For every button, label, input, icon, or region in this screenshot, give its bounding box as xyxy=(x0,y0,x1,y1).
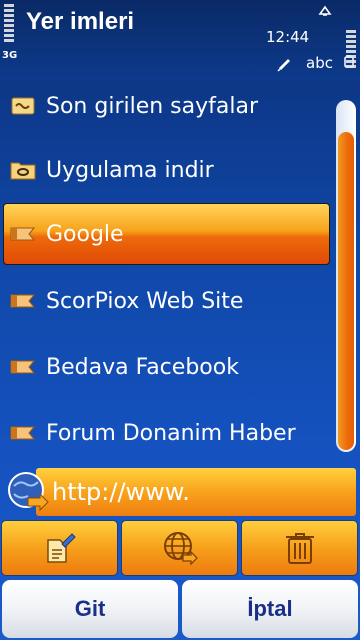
trash-icon xyxy=(285,533,314,564)
bookmark-tag-icon xyxy=(10,423,36,443)
list-item[interactable]: Uygulama indir xyxy=(4,138,330,202)
list-item[interactable]: ScorPiox Web Site xyxy=(4,269,330,333)
url-input[interactable]: http://www. xyxy=(52,478,190,506)
edit-bookmark-icon xyxy=(46,533,76,563)
status-bar: 3G Yer imleri 12:44 abc xyxy=(0,0,360,80)
bookmark-tag-icon xyxy=(10,224,36,244)
bookmarks-screen: 3G Yer imleri 12:44 abc Son girilen sayf… xyxy=(0,0,360,640)
bookmark-label: Uygulama indir xyxy=(46,157,214,183)
network-type: 3G xyxy=(2,50,18,61)
bookmark-tag-icon xyxy=(10,357,36,377)
scrollbar-thumb[interactable] xyxy=(338,132,354,450)
folder-icon xyxy=(10,160,36,180)
bookmark-label: Son girilen sayfalar xyxy=(46,93,259,119)
bookmark-label: Bedava Facebook xyxy=(46,354,239,380)
recent-pages-icon xyxy=(10,96,36,116)
bookmark-label: ScorPiox Web Site xyxy=(46,288,244,314)
list-item[interactable]: Bedava Facebook xyxy=(4,335,330,399)
delete-button[interactable] xyxy=(241,520,358,576)
bookmark-list[interactable]: Son girilen sayfalar Uygulama indir Goog… xyxy=(0,80,332,462)
pen-input-icon xyxy=(277,59,290,72)
clock: 12:44 xyxy=(266,28,310,46)
signal-strength-icon xyxy=(4,4,14,46)
list-item[interactable]: Son girilen sayfalar xyxy=(4,80,330,138)
page-title: Yer imleri xyxy=(26,8,135,35)
bookmark-tag-icon xyxy=(10,291,36,311)
globe-navigate-icon xyxy=(163,532,198,566)
input-mode-indicator: abc xyxy=(306,54,333,72)
bookmark-label: Google xyxy=(46,221,124,247)
edit-bookmark-button[interactable] xyxy=(1,520,118,576)
alarm-icon xyxy=(318,5,332,16)
navigate-button[interactable] xyxy=(121,520,238,576)
go-softkey[interactable]: Git xyxy=(2,580,178,638)
bookmark-label: Forum Donanim Haber xyxy=(46,420,296,446)
list-item-selected[interactable]: Google xyxy=(3,203,330,265)
list-item[interactable]: Forum Donanim Haber xyxy=(4,401,330,462)
globe-go-icon xyxy=(8,472,49,512)
cancel-softkey[interactable]: İptal xyxy=(182,580,358,638)
battery-level-icon xyxy=(346,30,356,72)
